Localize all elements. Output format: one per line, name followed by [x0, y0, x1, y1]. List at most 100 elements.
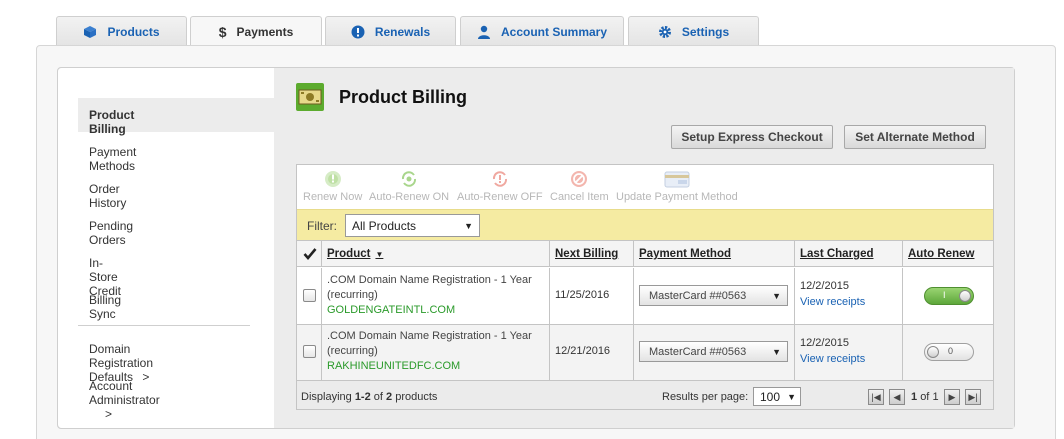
sidebar-item-in-store-credit[interactable]: In-Store Credit	[89, 256, 121, 298]
column-divider	[549, 325, 550, 380]
column-divider	[633, 268, 634, 324]
column-divider	[794, 268, 795, 324]
sidebar-item-order-history[interactable]: Order History	[89, 182, 126, 210]
column-divider	[902, 325, 903, 380]
auto-renew-toggle[interactable]: 0	[924, 343, 974, 361]
toolbar-label: Renew Now	[303, 191, 363, 203]
column-header-payment-method[interactable]: Payment Method	[639, 241, 731, 267]
select-all-checkmark-icon[interactable]	[303, 247, 317, 264]
sidebar-item-billing-sync[interactable]: Billing Sync	[89, 293, 121, 321]
next-page-button[interactable]: ▶	[944, 389, 960, 405]
last-charged-date: 12/2/2015	[800, 280, 849, 292]
column-header-product[interactable]: Product ▼	[327, 241, 383, 267]
tab-account-summary[interactable]: Account Summary	[460, 16, 624, 46]
row-checkbox[interactable]	[303, 345, 316, 358]
product-domain: RAKHINEUNITEDFC.COM	[327, 360, 461, 372]
product-term: (recurring)	[327, 345, 378, 357]
last-page-button[interactable]: ▶|	[965, 389, 981, 405]
column-divider	[321, 241, 322, 267]
view-receipts-link[interactable]: View receipts	[800, 353, 865, 365]
column-divider	[902, 241, 903, 267]
tab-settings[interactable]: Settings	[628, 16, 759, 46]
sidebar-item-label: Account Administrator	[89, 379, 160, 407]
results-summary: Displaying 1-2 of 2 products	[301, 391, 438, 403]
column-divider	[549, 241, 550, 267]
payment-method-select[interactable]: MasterCard ##0563 ▼	[639, 341, 788, 362]
cancel-item-button[interactable]: Cancel Item	[550, 169, 609, 203]
auto-renew-on-button[interactable]: Auto-Renew ON	[369, 169, 449, 203]
tab-label: Products	[107, 24, 160, 39]
prev-page-button[interactable]: ◀	[889, 389, 905, 405]
product-cell: .COM Domain Name Registration - 1 Year (…	[327, 273, 532, 318]
exclamation-icon	[351, 25, 365, 39]
sort-down-icon: ▼	[375, 249, 384, 259]
column-divider	[321, 325, 322, 380]
cancel-icon	[569, 169, 589, 189]
view-receipts-link[interactable]: View receipts	[800, 296, 865, 308]
tab-payments[interactable]: $ Payments	[190, 16, 322, 47]
payment-method-value: MasterCard ##0563	[649, 289, 747, 302]
auto-renew-on-icon	[399, 169, 419, 189]
renew-now-button[interactable]: Renew Now	[303, 169, 362, 203]
tab-label: Account Summary	[500, 24, 608, 39]
chevron-down-icon: ▼	[787, 391, 796, 402]
auto-renew-off-button[interactable]: Auto-Renew OFF	[457, 169, 543, 203]
sidebar-item-pending-orders[interactable]: Pending Orders	[89, 219, 133, 247]
auto-renew-toggle[interactable]: I	[924, 287, 974, 305]
table-header: Product ▼ Next Billing Payment Method La…	[297, 240, 993, 267]
column-divider	[321, 268, 322, 324]
tab-products[interactable]: Products	[56, 16, 187, 46]
sidebar-item-product-billing[interactable]: Product Billing	[89, 108, 134, 136]
filter-value: All Products	[352, 218, 417, 233]
cube-icon	[83, 25, 97, 39]
page-indicator: 1 of 1	[911, 391, 939, 403]
tab-label: Payments	[236, 25, 294, 39]
column-divider	[633, 325, 634, 380]
filter-select[interactable]: All Products ▼	[345, 214, 480, 237]
auto-renew-off-icon	[490, 169, 510, 189]
sidebar-item-account-administrator[interactable]: Account Administrator >	[89, 379, 160, 421]
filter-bar: Filter: All Products ▼	[297, 209, 993, 240]
tab-renewals[interactable]: Renewals	[325, 16, 456, 46]
user-icon	[477, 25, 491, 39]
toolbar-label: Update Payment Method	[616, 191, 738, 203]
chevron-right-icon: >	[105, 407, 113, 421]
grid-footer: Displaying 1-2 of 2 products Results per…	[297, 380, 993, 409]
table-row: .COM Domain Name Registration - 1 Year (…	[297, 324, 993, 380]
sidebar-divider	[78, 325, 250, 326]
chevron-down-icon: ▼	[464, 220, 473, 231]
page-title: Product Billing	[339, 87, 467, 107]
first-page-button[interactable]: |◀	[868, 389, 884, 405]
next-billing-date: 12/21/2016	[555, 345, 611, 357]
product-cell: .COM Domain Name Registration - 1 Year (…	[327, 329, 532, 374]
chevron-down-icon: ▼	[772, 290, 781, 301]
column-divider	[633, 241, 634, 267]
column-header-last-charged[interactable]: Last Charged	[800, 241, 874, 267]
column-divider	[549, 268, 550, 324]
setup-express-checkout-button[interactable]: Setup Express Checkout	[671, 125, 833, 149]
next-page-icon: ▶	[948, 391, 956, 402]
update-payment-method-button[interactable]: Update Payment Method	[616, 169, 738, 203]
sidebar-item-domain-registration-defaults[interactable]: Domain Registration Defaults >	[89, 342, 153, 384]
column-header-auto-renew[interactable]: Auto Renew	[908, 241, 974, 267]
next-billing-date: 11/25/2016	[555, 289, 610, 301]
results-per-page-select[interactable]: 100 ▼	[753, 387, 801, 406]
set-alternate-method-button[interactable]: Set Alternate Method	[844, 125, 986, 149]
product-name: .COM Domain Name Registration - 1 Year	[327, 274, 532, 286]
toggle-label: 0	[948, 346, 954, 356]
toolbar-label: Cancel Item	[550, 191, 609, 203]
column-divider	[794, 325, 795, 380]
payment-method-select[interactable]: MasterCard ##0563 ▼	[639, 285, 788, 306]
toolbar-label: Auto-Renew OFF	[457, 191, 543, 203]
sidebar-item-payment-methods[interactable]: Payment Methods	[89, 145, 136, 173]
payment-card-icon	[664, 169, 690, 189]
results-per-page-value: 100	[760, 389, 781, 404]
column-divider	[794, 241, 795, 267]
column-header-next-billing[interactable]: Next Billing	[555, 241, 618, 267]
prev-page-icon: ◀	[893, 391, 901, 402]
billing-money-icon	[296, 83, 324, 111]
toolbar-label: Auto-Renew ON	[369, 191, 450, 203]
row-checkbox[interactable]	[303, 289, 316, 302]
renew-icon	[323, 169, 343, 189]
last-charged-date: 12/2/2015	[800, 337, 849, 349]
